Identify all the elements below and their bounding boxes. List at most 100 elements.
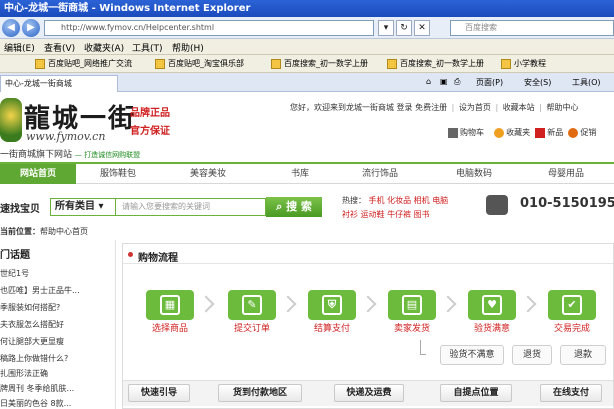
help-center-link[interactable]: 帮助中心 [546,103,578,112]
back-button[interactable]: ◀ [2,19,20,37]
menu-favorites[interactable]: 收藏夹(A) [84,41,124,54]
gift-icon: ▦ [160,295,180,315]
step-satisfied: ♥ [468,290,516,320]
nav-apparel[interactable]: 服饰鞋包 [80,164,156,184]
menu-view[interactable]: 查看(V) [44,41,75,54]
top-links: 您好，欢迎来到龙城一街商城 登录 免费注册 | 设为首页 | 收藏本站 | 帮助… [290,102,578,113]
cod-area-button[interactable]: 货到付款地区 [218,384,302,402]
phone-icon [486,195,508,215]
sidebar-topic-link[interactable]: 季服装如何搭配? [0,302,112,313]
keyword-input[interactable]: 请输入您要搜索的关键词 [116,198,266,216]
promo-link[interactable]: 促销 [568,127,596,138]
address-input[interactable]: http://www.fymov.cn/Helpcenter.shtml [44,20,374,36]
nav-books[interactable]: 书库 [262,164,338,184]
hot-link[interactable]: 手机 [369,196,385,205]
sidebar-topic-link[interactable]: 稿路上你做错什么? [0,353,112,364]
sidebar-topic-link[interactable]: 也匹唯】男士正品牛... [0,285,112,296]
step-label: 卖家发货 [393,324,430,334]
nav-accessories[interactable]: 流行饰品 [342,164,418,184]
command-page[interactable]: 页面(P) [476,77,503,88]
tab-bar: 中心-龙城一街商城 ⌂ ▣ ⎙ 页面(P) 安全(S) 工具(O) [0,73,614,92]
online-payment-button[interactable]: 在线支付 [540,384,602,402]
pickup-location-button[interactable]: 自提点位置 [440,384,512,402]
refund-box: 退款 [560,345,606,365]
header-shortcuts: 购物车 收藏夹 新品 促销 [448,127,596,138]
nav-beauty[interactable]: 美容美妆 [170,164,246,184]
hot-link[interactable]: 化妆品 [387,196,411,205]
hot-link[interactable]: 相机 [414,196,430,205]
breadcrumb-link[interactable]: 帮助中心首页 [40,227,88,236]
unsatisfied-box: 验货不满意 [440,345,504,365]
step-pay: ⛨ [308,290,356,320]
set-homepage-link[interactable]: 设为首页 [459,103,491,112]
hot-link[interactable]: 运动鞋 [361,210,385,219]
login-link[interactable]: 登录 [397,103,413,112]
favorite-link[interactable]: 百度搜索_初一数学上册 [270,57,368,71]
feeds-icon[interactable]: ▣ [440,77,448,86]
folder-icon [501,59,511,69]
menu-tools[interactable]: 工具(T) [132,41,163,54]
command-safety[interactable]: 安全(S) [524,77,551,88]
page-icon [387,59,397,69]
site-url-text: www.fymov.cn [26,130,106,143]
browser-tab[interactable]: 中心-龙城一街商城 [0,75,118,92]
menu-bar: 编辑(E) 查看(V) 收藏夹(A) 工具(T) 帮助(H) [0,39,614,55]
favorites-bar: 百度贴吧_网络推广交流 百度贴吧_淘宝俱乐部 百度搜索_初一数学上册 百度搜索_… [0,55,614,73]
shipping-fee-button[interactable]: 快递及运费 [334,384,404,402]
favorite-link[interactable]: 百度搜索_初一数学上册 [386,57,484,71]
slogan-genuine: 品牌正品 [130,108,170,119]
window-title-bar: 中心-龙城一街商城 - Windows Internet Explorer [0,0,614,17]
stop-icon[interactable]: ✕ [414,20,430,36]
search-input[interactable]: 百度搜索 [450,20,614,36]
print-icon[interactable]: ⎙ [454,77,460,87]
sidebar-title: 门话题 [0,250,30,261]
register-link[interactable]: 免费注册 [415,103,447,112]
nav-digital[interactable]: 电脑数码 [436,164,512,184]
step-select-goods: ▦ [146,290,194,320]
favorite-link[interactable]: 小学教程 [500,57,546,71]
search-button[interactable]: ⌕ 搜 索 [266,197,322,217]
hot-link[interactable]: 衬衫 [342,210,358,219]
favorites-link[interactable]: 收藏夹 [494,127,530,138]
home-icon[interactable]: ⌂ [426,77,431,86]
edit-icon: ✎ [242,295,262,315]
forward-button[interactable]: ▶ [22,19,40,37]
cart-link[interactable]: 购物车 [448,127,484,138]
refresh-icon[interactable]: ↻ [396,20,412,36]
favorite-link[interactable]: 百度贴吧_网络推广交流 [34,57,132,71]
promo-icon [568,127,579,138]
star-icon [494,127,505,138]
sidebar-topic-link[interactable]: 牌周刊 冬季给肌肤... [0,383,112,394]
hot-link[interactable]: 牛仔裤 [387,210,411,219]
command-tools[interactable]: 工具(O) [572,77,601,88]
step-ship: ▤ [388,290,436,320]
favorite-link[interactable]: 百度贴吧_淘宝俱乐部 [154,57,244,71]
sidebar-topic-link[interactable]: 夫衣服怎么搭配好 [0,319,112,330]
hot-link[interactable]: 图书 [414,210,430,219]
breadcrumb: 当前位置：帮助中心首页 [0,227,88,236]
sidebar-topic-link[interactable]: 何让腿部大更显瘦 [0,336,112,347]
address-bar-row: ◀ ▶ http://www.fymov.cn/Helpcenter.shtml… [0,17,614,39]
bullet-icon [128,252,133,257]
hot-link[interactable]: 电脑 [432,196,448,205]
logo-icon[interactable] [0,98,22,142]
check-icon: ✔ [562,295,582,315]
new-link[interactable]: 新品 [535,127,563,138]
step-label: 交易完成 [553,324,590,334]
category-select[interactable]: 所有类目 ▾ [50,198,116,216]
sidebar-topic-link[interactable]: 扎围形法正确 [0,368,112,379]
heart-icon: ♥ [482,295,502,315]
address-dropdown-button[interactable]: ▾ [378,20,394,36]
step-label: 选择商品 [151,324,188,334]
quick-guide-button[interactable]: 快速引导 [128,384,190,402]
bookmark-link[interactable]: 收藏本站 [503,103,535,112]
hotline-number: 010-51501953 [520,196,614,211]
sidebar-topic-link[interactable]: 世纪1号 [0,268,112,279]
nav-baby[interactable]: 母婴用品 [528,164,604,184]
nav-home[interactable]: 网站首页 [0,164,76,184]
menu-help[interactable]: 帮助(H) [172,41,204,54]
step-label: 结算支付 [313,324,350,334]
welcome-text: 您好，欢迎来到龙城一街商城 [290,103,394,112]
menu-edit[interactable]: 编辑(E) [4,41,35,54]
sidebar-topic-link[interactable]: 日美丽的色谷 8款... [0,398,112,409]
